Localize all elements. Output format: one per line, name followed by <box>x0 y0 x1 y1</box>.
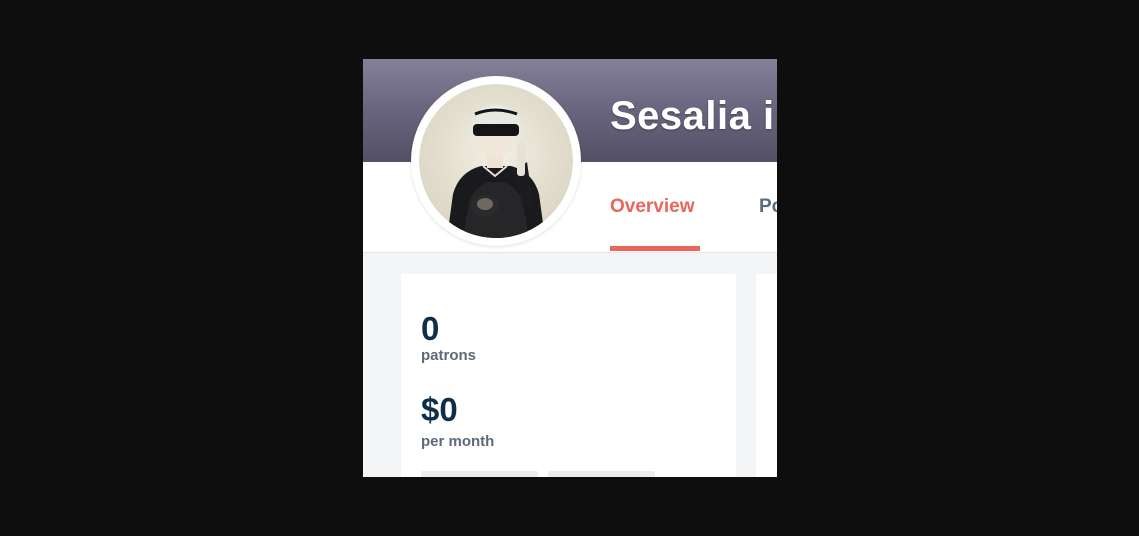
tab-overview[interactable]: Overview <box>610 196 695 218</box>
side-card <box>756 274 777 477</box>
creator-name: Sesalia i <box>610 94 775 138</box>
avatar-image <box>419 84 573 238</box>
stats-card: 0 patrons $0 per month <box>401 274 736 477</box>
patron-count-label: patrons <box>421 347 477 364</box>
patron-count: 0 <box>421 310 440 347</box>
character-portrait-icon <box>419 84 573 238</box>
card-action-button[interactable] <box>421 471 538 477</box>
monthly-earnings: $0 <box>421 391 458 428</box>
monthly-earnings-label: per month <box>421 433 495 450</box>
active-tab-indicator <box>610 246 700 251</box>
avatar[interactable] <box>411 76 581 246</box>
tab-posts[interactable]: Po <box>759 196 777 218</box>
card-action-button[interactable] <box>548 471 655 477</box>
creator-page: Sesalia i Overview Po <box>363 59 777 477</box>
